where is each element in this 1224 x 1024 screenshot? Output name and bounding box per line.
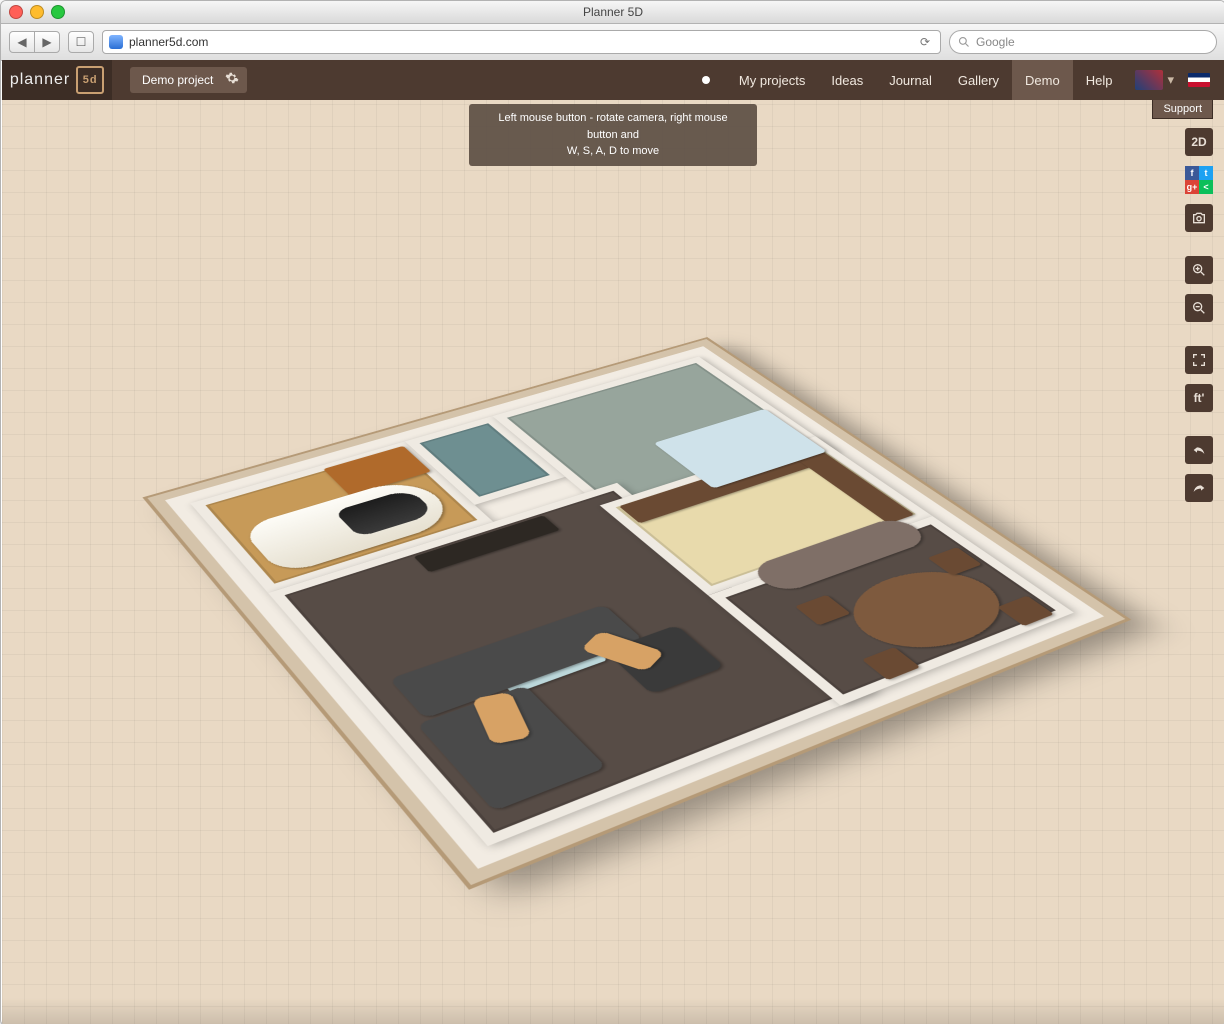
tool-column: 2D f t g+ < ft': [1185, 128, 1213, 502]
close-window-icon[interactable]: [9, 5, 23, 19]
logo-badge-icon: 5d: [76, 66, 104, 94]
tooltip-line-2: W, S, A, D to move: [483, 143, 743, 160]
zoom-in-icon: [1191, 262, 1207, 278]
nav-my-projects[interactable]: My projects: [726, 60, 818, 100]
search-icon: [958, 36, 970, 48]
notification-dot-icon[interactable]: [702, 76, 710, 84]
nav-gallery[interactable]: Gallery: [945, 60, 1012, 100]
logo-text: planner: [10, 71, 70, 89]
language-flag-icon[interactable]: [1188, 73, 1210, 87]
zoom-window-icon[interactable]: [51, 5, 65, 19]
social-share: f t g+ <: [1185, 166, 1213, 194]
project-selector[interactable]: Demo project: [130, 67, 247, 93]
units-button[interactable]: ft': [1185, 384, 1213, 412]
forward-button[interactable]: ▶: [34, 32, 59, 52]
user-menu-caret-icon[interactable]: ▾: [1167, 72, 1174, 88]
app-logo[interactable]: planner 5d: [2, 60, 112, 100]
nav-journal[interactable]: Journal: [876, 60, 945, 100]
page-content: planner 5d Demo project My projects Idea…: [2, 60, 1224, 1024]
nav-demo[interactable]: Demo: [1012, 60, 1073, 100]
undo-button[interactable]: [1185, 436, 1213, 464]
minimize-window-icon[interactable]: [30, 5, 44, 19]
browser-toolbar: ◀ ▶ ☐ planner5d.com ⟳ Google: [1, 24, 1224, 61]
nav-help[interactable]: Help: [1073, 60, 1126, 100]
redo-icon: [1191, 480, 1207, 496]
redo-button[interactable]: [1185, 474, 1213, 502]
floorplan: [165, 346, 1104, 869]
nav-ideas[interactable]: Ideas: [818, 60, 876, 100]
undo-icon: [1191, 442, 1207, 458]
user-avatar-icon[interactable]: [1135, 70, 1163, 90]
app-header: planner 5d Demo project My projects Idea…: [2, 60, 1224, 100]
nav-buttons: ◀ ▶: [9, 31, 60, 53]
site-favicon-icon: [109, 35, 123, 49]
snapshot-button[interactable]: [1185, 204, 1213, 232]
zoom-out-button[interactable]: [1185, 294, 1213, 322]
facebook-icon[interactable]: f: [1185, 166, 1199, 180]
bookmarks-button[interactable]: ☐: [68, 31, 94, 53]
support-label: Support: [1163, 103, 1202, 115]
gear-icon[interactable]: [225, 71, 239, 88]
twitter-icon[interactable]: t: [1199, 166, 1213, 180]
fullscreen-icon: [1191, 352, 1207, 368]
camera-icon: [1191, 210, 1207, 226]
google-plus-icon[interactable]: g+: [1185, 180, 1199, 194]
view-2d-label: 2D: [1191, 135, 1206, 149]
project-name: Demo project: [142, 73, 213, 87]
share-icon[interactable]: <: [1199, 180, 1213, 194]
controls-tooltip: Left mouse button - rotate camera, right…: [469, 104, 757, 166]
window-titlebar: Planner 5D: [1, 1, 1224, 24]
main-nav: My projects Ideas Journal Gallery Demo H…: [702, 60, 1224, 100]
reload-icon[interactable]: ⟳: [916, 35, 934, 49]
fullscreen-button[interactable]: [1185, 346, 1213, 374]
search-placeholder: Google: [976, 35, 1015, 49]
3d-viewport[interactable]: [2, 60, 1224, 1024]
tooltip-line-1: Left mouse button - rotate camera, right…: [483, 110, 743, 143]
window-controls: [1, 5, 65, 19]
units-label: ft': [1194, 391, 1205, 405]
url-text: planner5d.com: [129, 35, 208, 49]
browser-search[interactable]: Google: [949, 30, 1217, 54]
zoom-in-button[interactable]: [1185, 256, 1213, 284]
zoom-out-icon: [1191, 300, 1207, 316]
back-button[interactable]: ◀: [10, 32, 34, 52]
view-2d-button[interactable]: 2D: [1185, 128, 1213, 156]
support-button[interactable]: Support: [1152, 100, 1213, 119]
window-title: Planner 5D: [1, 1, 1224, 23]
browser-window: Planner 5D ◀ ▶ ☐ planner5d.com ⟳ Google: [0, 0, 1224, 1024]
address-bar[interactable]: planner5d.com ⟳: [102, 30, 941, 54]
